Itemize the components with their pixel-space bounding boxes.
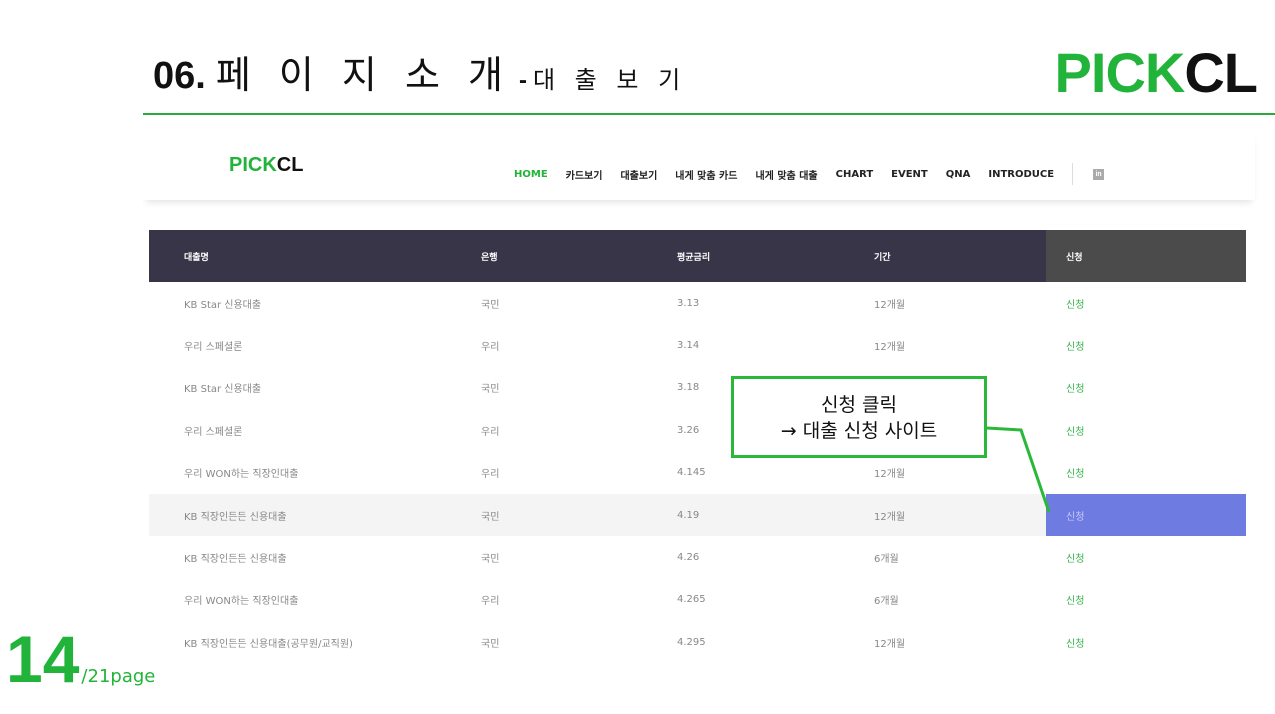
callout-box: 신청 클릭 → 대출 신청 사이트 bbox=[731, 376, 987, 458]
page-total: /21page bbox=[81, 666, 156, 687]
page-number: 14 /21page bbox=[6, 626, 155, 692]
callout-line-1: 신청 클릭 bbox=[821, 394, 897, 416]
callout-connector bbox=[986, 426, 1051, 513]
page-current: 14 bbox=[6, 622, 80, 696]
callout-line-2: → 대출 신청 사이트 bbox=[780, 420, 938, 442]
